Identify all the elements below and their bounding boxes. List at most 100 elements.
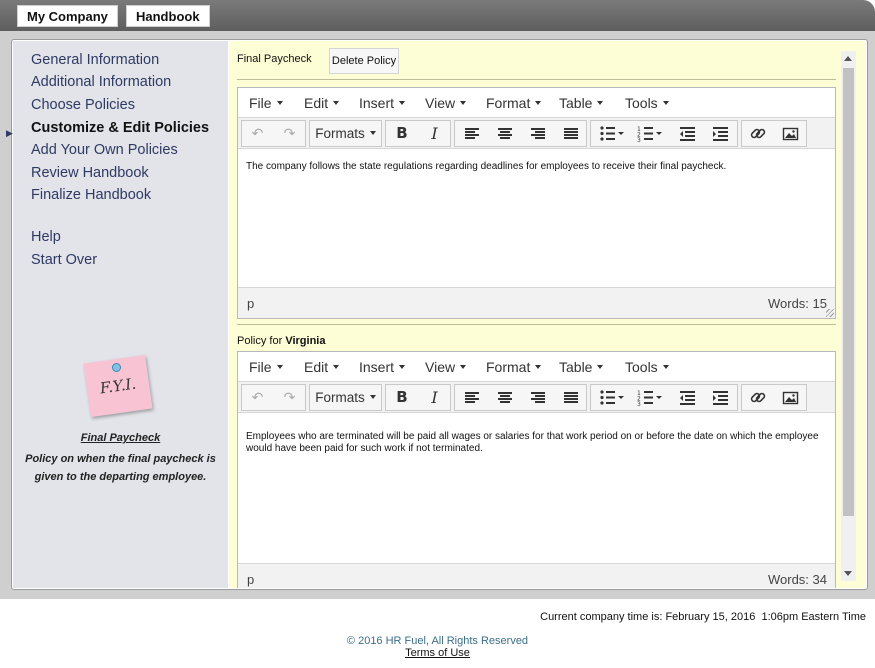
menu-format[interactable]: Format	[486, 359, 542, 375]
numbered-list-icon[interactable]: 123	[629, 121, 667, 146]
scroll-up-arrow-icon[interactable]	[844, 56, 852, 61]
resize-grip-icon[interactable]	[826, 309, 834, 317]
numbered-list-icon[interactable]: 123	[629, 385, 667, 410]
align-justify-icon[interactable]	[554, 385, 587, 410]
terms-of-use-link[interactable]: Terms of Use	[0, 647, 875, 659]
italic-button[interactable]: I	[419, 385, 450, 410]
insert-group	[741, 120, 807, 147]
scroll-down-arrow-icon[interactable]	[844, 571, 852, 576]
fyi-note-text: F.Y.I.	[98, 374, 138, 398]
fyi-title: Final Paycheck	[80, 432, 161, 444]
formats-dropdown[interactable]: Formats	[310, 121, 381, 146]
link-icon[interactable]	[742, 385, 774, 410]
indent-icon[interactable]	[704, 121, 737, 146]
state-policy-heading: Policy for Virginia	[237, 335, 325, 347]
element-path[interactable]: p	[247, 296, 254, 311]
italic-button[interactable]: I	[419, 121, 450, 146]
editor-content-area[interactable]: Employees who are terminated will be pai…	[238, 413, 835, 467]
divider	[237, 79, 836, 80]
insert-group	[741, 384, 807, 411]
terms-of-use-label[interactable]: Terms of Use	[405, 647, 470, 659]
formats-group: Formats	[309, 120, 382, 147]
align-right-icon[interactable]	[521, 385, 554, 410]
align-justify-icon[interactable]	[554, 121, 587, 146]
align-right-icon[interactable]	[521, 121, 554, 146]
sidebar-item-general-information[interactable]: General Information	[31, 52, 159, 68]
copyright: © 2016 HR Fuel, All Rights Reserved	[346, 635, 529, 647]
text-style-group: B I	[385, 120, 451, 147]
image-icon[interactable]	[775, 385, 806, 410]
sidebar-item-help[interactable]: Help	[31, 229, 61, 245]
tab-handbook[interactable]: Handbook	[126, 5, 210, 27]
text-style-group: B I	[385, 384, 451, 411]
sidebar-item-start-over[interactable]: Start Over	[31, 252, 97, 268]
sidebar-item-customize-edit-policies[interactable]: Customize & Edit Policies	[31, 120, 209, 136]
bullet-list-icon[interactable]	[591, 385, 629, 410]
content-scrollbar[interactable]	[841, 51, 856, 581]
scroll-thumb[interactable]	[843, 68, 854, 516]
editor-content-area[interactable]: The company follows the state regulation…	[238, 149, 835, 185]
undo-icon[interactable]: ↶	[242, 385, 273, 410]
menu-insert[interactable]: Insert	[359, 359, 406, 375]
sidebar-item-finalize-handbook[interactable]: Finalize Handbook	[31, 187, 151, 203]
pushpin-icon	[112, 363, 121, 372]
bold-button[interactable]: B	[386, 385, 418, 410]
link-icon[interactable]	[742, 121, 774, 146]
list-group: 123	[590, 120, 738, 147]
menu-insert[interactable]: Insert	[359, 95, 406, 111]
fyi-description: Policy on when the final paycheck is giv…	[25, 453, 216, 483]
svg-text:3: 3	[637, 401, 641, 408]
menu-file[interactable]: File	[249, 359, 283, 375]
menu-view[interactable]: View	[425, 95, 467, 111]
active-item-arrow-icon: ▶	[6, 128, 13, 138]
state-policy-text-editor: File Edit Insert View Format Table Tools…	[237, 351, 836, 588]
sidebar-item-review-handbook[interactable]: Review Handbook	[31, 165, 149, 181]
word-count: Words: 34	[767, 572, 827, 587]
state-name: Virginia	[285, 335, 326, 347]
menu-file[interactable]: File	[249, 95, 283, 111]
image-icon[interactable]	[775, 121, 806, 146]
menu-format[interactable]: Format	[486, 95, 542, 111]
menu-view[interactable]: View	[425, 359, 467, 375]
delete-policy-button[interactable]: Delete Policy	[329, 48, 399, 74]
company-time: Current company time is: February 15, 20…	[540, 611, 866, 623]
menu-edit[interactable]: Edit	[304, 359, 340, 375]
sidebar-item-additional-information[interactable]: Additional Information	[31, 74, 171, 90]
menu-tools[interactable]: Tools	[625, 359, 669, 375]
align-left-icon[interactable]	[455, 385, 488, 410]
undo-icon[interactable]: ↶	[242, 121, 273, 146]
history-group: ↶ ↷	[241, 120, 306, 147]
history-group: ↶ ↷	[241, 384, 306, 411]
menu-tools[interactable]: Tools	[625, 95, 669, 111]
policy-text-editor: File Edit Insert View Format Table Tools…	[237, 87, 836, 319]
list-group: 123	[590, 384, 738, 411]
word-count: Words: 15	[767, 296, 827, 311]
indent-icon[interactable]	[704, 385, 737, 410]
menu-table[interactable]: Table	[559, 359, 604, 375]
formats-group: Formats	[309, 384, 382, 411]
bold-button[interactable]: B	[386, 121, 418, 146]
outdent-icon[interactable]	[671, 385, 704, 410]
editor-statusbar: p Words: 15	[238, 287, 835, 318]
align-center-icon[interactable]	[488, 121, 521, 146]
editor-menubar: File Edit Insert View Format Table Tools	[238, 352, 835, 382]
editor-statusbar: p Words: 34	[238, 563, 835, 588]
sidebar-item-choose-policies[interactable]: Choose Policies	[31, 97, 135, 113]
menu-edit[interactable]: Edit	[304, 95, 340, 111]
top-navigation-bar: My Company Handbook	[0, 0, 875, 31]
tab-my-company[interactable]: My Company	[17, 5, 118, 27]
element-path[interactable]: p	[247, 572, 254, 587]
sidebar-item-add-your-own-policies[interactable]: Add Your Own Policies	[31, 142, 178, 158]
editor-toolbar: ↶ ↷ Formats B I 123	[238, 382, 835, 413]
align-center-icon[interactable]	[488, 385, 521, 410]
align-left-icon[interactable]	[455, 121, 488, 146]
menu-table[interactable]: Table	[559, 95, 604, 111]
editor-toolbar: ↶ ↷ Formats B I 123	[238, 118, 835, 149]
bullet-list-icon[interactable]	[591, 121, 629, 146]
redo-icon[interactable]: ↷	[274, 121, 305, 146]
outdent-icon[interactable]	[671, 121, 704, 146]
alignment-group	[454, 384, 587, 411]
formats-dropdown[interactable]: Formats	[310, 385, 381, 410]
redo-icon[interactable]: ↷	[274, 385, 305, 410]
sidebar: General Information Additional Informati…	[13, 41, 228, 588]
